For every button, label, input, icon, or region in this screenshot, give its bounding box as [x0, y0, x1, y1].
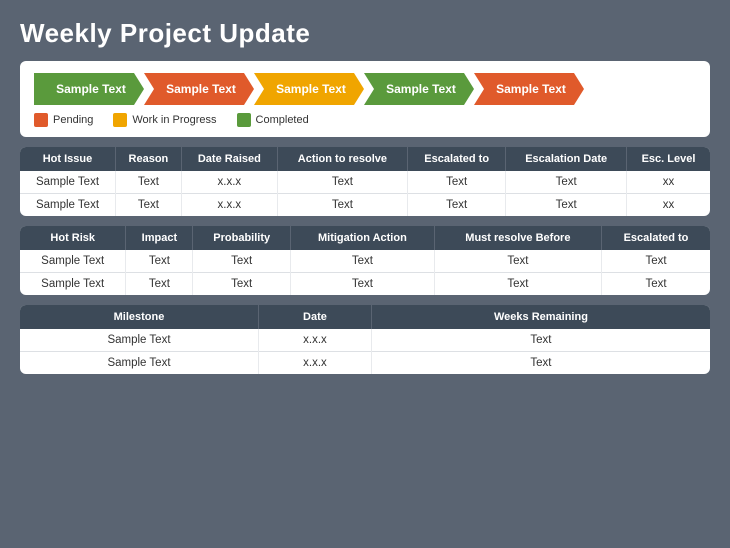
table-cell: Sample Text [20, 194, 115, 217]
table-cell: Text [126, 250, 193, 273]
legend-label: Completed [256, 114, 309, 126]
column-header: Reason [115, 147, 181, 171]
column-header: Weeks Remaining [371, 305, 710, 329]
hot-risk-table: Hot RiskImpactProbabilityMitigation Acti… [20, 226, 710, 295]
column-header: Mitigation Action [291, 226, 435, 250]
arrow-shape-3: Sample Text [364, 73, 474, 105]
column-header: Date Raised [181, 147, 277, 171]
table-row: Sample TextTextTextTextTextText [20, 273, 710, 296]
page: Weekly Project Update Sample TextSample … [0, 0, 730, 548]
arrow-shape-2: Sample Text [254, 73, 364, 105]
table-cell: Sample Text [20, 171, 115, 194]
legend-color-box [113, 113, 127, 127]
arrow-item: Sample Text [144, 73, 254, 105]
column-header: Escalated to [407, 147, 505, 171]
milestone-table-section: MilestoneDateWeeks Remaining Sample Text… [20, 305, 710, 374]
table-cell: x.x.x [258, 352, 371, 375]
table-cell: Sample Text [20, 250, 126, 273]
table-cell: Text [277, 194, 407, 217]
table-cell: Text [115, 171, 181, 194]
legend-item-completed: Completed [237, 113, 309, 127]
arrow-item: Sample Text [474, 73, 584, 105]
column-header: Date [258, 305, 371, 329]
arrow-item: Sample Text [34, 73, 144, 105]
hot-risk-table-section: Hot RiskImpactProbabilityMitigation Acti… [20, 226, 710, 295]
table-row: Sample TextTextTextTextTextText [20, 250, 710, 273]
table-cell: Sample Text [20, 329, 258, 352]
table-cell: Text [291, 250, 435, 273]
arrow-item: Sample Text [364, 73, 474, 105]
column-header: Escalation Date [506, 147, 627, 171]
legend-item-pending: Pending [34, 113, 93, 127]
table-cell: x.x.x [181, 171, 277, 194]
table-cell: Text [126, 273, 193, 296]
column-header: Probability [193, 226, 291, 250]
table-cell: Text [277, 171, 407, 194]
table-cell: Text [602, 273, 711, 296]
milestone-table: MilestoneDateWeeks Remaining Sample Text… [20, 305, 710, 374]
hot-issue-table: Hot IssueReasonDate RaisedAction to reso… [20, 147, 710, 216]
column-header: Esc. Level [626, 147, 710, 171]
column-header: Hot Issue [20, 147, 115, 171]
table-row: Sample Textx.x.xText [20, 329, 710, 352]
table-cell: Text [193, 273, 291, 296]
table-row: Sample TextTextx.x.xTextTextTextxx [20, 194, 710, 217]
table-cell: Text [115, 194, 181, 217]
column-header: Impact [126, 226, 193, 250]
table-row: Sample TextTextx.x.xTextTextTextxx [20, 171, 710, 194]
legend-color-box [34, 113, 48, 127]
table-cell: Text [291, 273, 435, 296]
table-cell: xx [626, 194, 710, 217]
arrow-shape-1: Sample Text [144, 73, 254, 105]
table-cell: Text [506, 171, 627, 194]
table-row: Sample Textx.x.xText [20, 352, 710, 375]
column-header: Escalated to [602, 226, 711, 250]
legend-item-wip: Work in Progress [113, 113, 216, 127]
legend-row: Pending Work in Progress Completed [34, 113, 696, 127]
legend-label: Work in Progress [132, 114, 216, 126]
hot-issue-table-section: Hot IssueReasonDate RaisedAction to reso… [20, 147, 710, 216]
legend-color-box [237, 113, 251, 127]
table-cell: x.x.x [258, 329, 371, 352]
progress-section: Sample TextSample TextSample TextSample … [20, 61, 710, 137]
page-title: Weekly Project Update [20, 18, 710, 49]
table-cell: Text [506, 194, 627, 217]
table-cell: Text [371, 352, 710, 375]
table-cell: Text [193, 250, 291, 273]
arrow-row: Sample TextSample TextSample TextSample … [34, 73, 696, 105]
table-cell: Sample Text [20, 352, 258, 375]
column-header: Hot Risk [20, 226, 126, 250]
column-header: Action to resolve [277, 147, 407, 171]
arrow-shape-0: Sample Text [34, 73, 144, 105]
column-header: Milestone [20, 305, 258, 329]
table-cell: Text [434, 273, 601, 296]
table-cell: Text [407, 171, 505, 194]
table-cell: Text [371, 329, 710, 352]
table-cell: x.x.x [181, 194, 277, 217]
table-cell: Text [407, 194, 505, 217]
table-cell: xx [626, 171, 710, 194]
arrow-item: Sample Text [254, 73, 364, 105]
column-header: Must resolve Before [434, 226, 601, 250]
table-cell: Text [602, 250, 711, 273]
legend-label: Pending [53, 114, 93, 126]
arrow-shape-4: Sample Text [474, 73, 584, 105]
table-cell: Sample Text [20, 273, 126, 296]
table-cell: Text [434, 250, 601, 273]
